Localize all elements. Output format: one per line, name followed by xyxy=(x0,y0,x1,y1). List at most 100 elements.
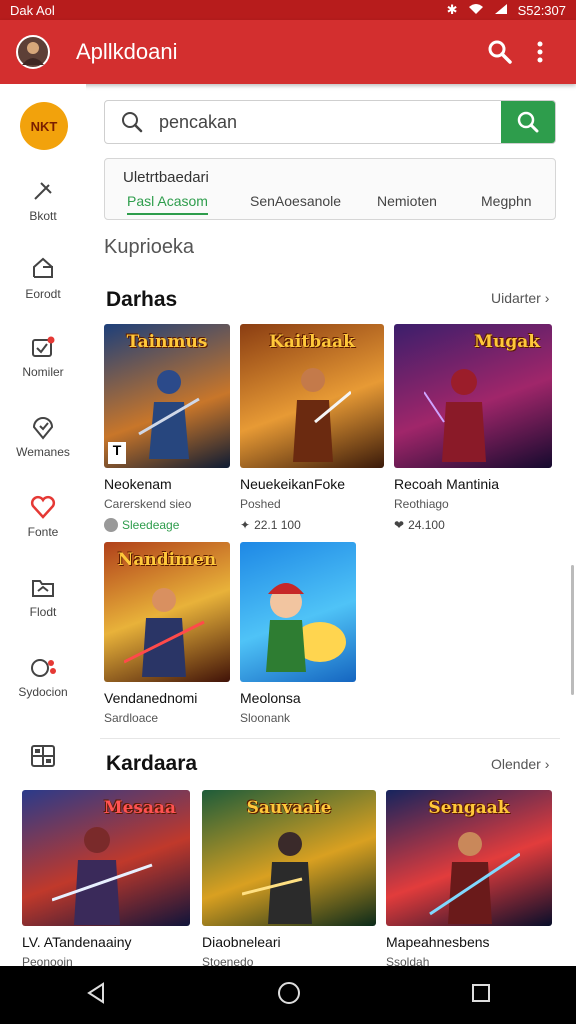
game-card[interactable]: Meolonsa Sloonank xyxy=(240,542,356,725)
thumbnail-title: Mesaaa xyxy=(103,798,176,818)
back-icon[interactable] xyxy=(84,981,108,1010)
search-icon xyxy=(517,111,539,133)
game-card[interactable]: Sauvaaie Diaobneleari Stoenedo xyxy=(202,790,376,969)
game-meta-text: 24.100 xyxy=(408,518,445,532)
thumbnail-title: Mugak xyxy=(474,332,540,352)
brand-logo[interactable]: NKT xyxy=(20,102,68,150)
sidebar-item-3[interactable]: Nomiler xyxy=(0,324,86,388)
location-icon xyxy=(32,417,54,440)
search-button[interactable] xyxy=(501,101,555,143)
heart-icon: ❤ xyxy=(394,518,405,532)
game-subtitle: Sardloace xyxy=(104,711,159,725)
chevron-right-icon: › xyxy=(544,290,550,306)
sidebar-item-4[interactable]: Wemanes xyxy=(0,404,86,468)
game-card[interactable]: Mugak Recoah Mantinia Reothiago ❤ 24.100 xyxy=(394,324,552,532)
sidebar-item-label: Wemanes xyxy=(16,445,70,459)
game-name: Recoah Mantinia xyxy=(394,476,500,492)
see-more-label: Uidarter xyxy=(491,290,541,306)
search-icon xyxy=(105,111,159,133)
game-card[interactable]: Mesaaa LV. ATandenaainy Peonooin xyxy=(22,790,190,969)
game-thumbnail: Sauvaaie xyxy=(202,790,376,926)
sidebar-item-1[interactable]: Bkott xyxy=(0,168,86,232)
game-name: Meolonsa xyxy=(240,690,301,706)
section-title: Kardaara xyxy=(106,752,198,775)
sidebar-item-6[interactable]: Flodt xyxy=(0,564,86,628)
folder-icon xyxy=(32,580,54,597)
tab-2[interactable]: SenAoesanole xyxy=(250,193,341,213)
app-bar: Apllkdoani xyxy=(0,20,576,84)
scrollbar[interactable] xyxy=(571,565,574,695)
character-icon xyxy=(266,583,346,672)
sidebar-item-7[interactable]: Sydocion xyxy=(0,644,86,708)
status-left-text: Dak Aol xyxy=(10,2,55,18)
sidebar-item-5[interactable]: Fonte xyxy=(0,484,86,548)
recents-icon[interactable] xyxy=(470,982,492,1009)
sidebar-item-label: Fonte xyxy=(27,525,59,539)
character-icon xyxy=(138,370,200,459)
game-meta-text: 22.1 100 xyxy=(254,518,301,532)
sidebar-item-label: Sydocion xyxy=(18,685,68,699)
thumbnail-title: Sauvaaie xyxy=(246,798,332,818)
status-time: S52:307 xyxy=(517,2,566,18)
apps-icon xyxy=(31,659,56,677)
character-icon xyxy=(429,832,520,924)
app-title: Apllkdoani xyxy=(76,39,178,64)
game-card[interactable]: Nandimen Vendanednomi Sardloace xyxy=(104,542,230,725)
character-icon xyxy=(424,369,486,462)
inbox-icon xyxy=(32,336,55,357)
section-title: Darhas xyxy=(106,288,178,311)
chevron-right-icon: › xyxy=(544,756,550,772)
game-card[interactable]: Sengaak Mapeahnesbens Ssoldah xyxy=(386,790,552,969)
game-thumbnail xyxy=(240,542,356,682)
see-more-link[interactable]: Uidarter › xyxy=(491,290,549,306)
thumbnail-title: Sengaak xyxy=(428,798,510,818)
sidebar-item-label: Nomiler xyxy=(22,365,64,379)
sidebar-item-2[interactable]: Eorodt xyxy=(0,246,86,310)
section-label: Kuprioeka xyxy=(104,236,195,258)
game-name: Diaobneleari xyxy=(202,934,281,950)
signal-icon xyxy=(494,3,508,18)
game-thumbnail: Sengaak xyxy=(386,790,552,926)
tab-4[interactable]: Megphn xyxy=(481,193,532,213)
game-name: LV. ATandenaainy xyxy=(22,934,132,950)
tab-3[interactable]: Nemioten xyxy=(377,193,437,213)
game-name: Vendanednomi xyxy=(104,690,198,706)
character-icon xyxy=(52,827,153,925)
game-subtitle: Sloonank xyxy=(240,711,291,725)
search-bar: pencakan xyxy=(104,100,556,144)
game-thumbnail: Nandimen xyxy=(104,542,230,682)
thumbnail-title: Tainmus xyxy=(126,332,208,352)
game-subtitle: Carerskend sieo xyxy=(104,497,192,511)
grid-icon xyxy=(31,745,55,767)
status-bar: Dak Aol ✱ S52:307 xyxy=(0,0,576,20)
character-icon xyxy=(242,832,312,924)
sidebar-item-8[interactable] xyxy=(0,724,86,788)
tab-1[interactable]: Pasl Acasom xyxy=(127,193,208,215)
search-icon[interactable] xyxy=(480,32,520,72)
sidebar-item-label: Bkott xyxy=(29,209,57,223)
wifi-icon xyxy=(468,3,484,18)
thumbnail-title: Nandimen xyxy=(117,550,217,570)
character-icon xyxy=(124,588,205,677)
rating-badge: T xyxy=(108,442,126,464)
system-nav-bar xyxy=(0,966,576,1024)
heart-icon xyxy=(30,495,56,519)
character-icon xyxy=(293,368,351,462)
bluetooth-icon: ✱ xyxy=(446,2,458,17)
game-card[interactable]: Kaitbaak NeuekeikanFoke Poshed ✦ 22.1 100 xyxy=(240,324,384,532)
game-thumbnail: Tainmus T xyxy=(104,324,230,468)
home-icon[interactable] xyxy=(276,980,302,1011)
see-more-link[interactable]: Olender › xyxy=(491,756,549,772)
thumbnail-title: Kaitbaak xyxy=(269,332,355,352)
game-subtitle: Reothiago xyxy=(394,497,449,511)
avatar[interactable] xyxy=(16,35,50,69)
more-options-icon[interactable] xyxy=(520,32,560,72)
game-subtitle: Poshed xyxy=(240,497,281,511)
search-input[interactable]: pencakan xyxy=(159,112,501,133)
game-meta: ✦ 22.1 100 xyxy=(240,518,384,532)
divider xyxy=(100,738,560,739)
game-card[interactable]: Tainmus T Neokenam Carerskend sieo Sleed… xyxy=(104,324,230,532)
share-icon xyxy=(33,257,53,278)
game-thumbnail: Mugak xyxy=(394,324,552,468)
filter-panel: Uletrtbaedari Pasl Acasom SenAoesanole N… xyxy=(104,158,556,220)
